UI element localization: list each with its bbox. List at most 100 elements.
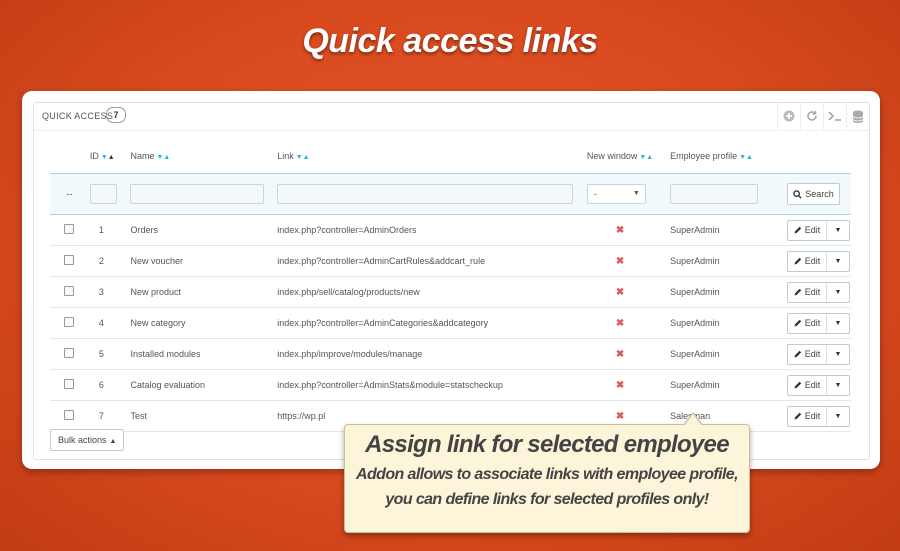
row-actions: Edit ▼ xyxy=(786,307,851,339)
row-checkbox[interactable] xyxy=(64,317,75,327)
row-name: New product xyxy=(129,276,277,308)
search-button-label: Search xyxy=(805,189,834,199)
callout-line-2: you can define links for selected profil… xyxy=(385,491,709,508)
row-new-window: ✖ xyxy=(585,276,670,308)
row-actions: Edit ▼ xyxy=(786,214,851,246)
sort-arrows-icon[interactable]: ▼▲ xyxy=(156,154,170,161)
col-header-id-label: ID xyxy=(89,151,99,161)
row-checkbox[interactable] xyxy=(64,379,75,389)
filter-id-input[interactable] xyxy=(89,184,117,204)
row-actions: Edit ▼ xyxy=(786,338,851,370)
row-new-window: ✖ xyxy=(585,338,670,370)
row-new-window: ✖ xyxy=(585,214,670,246)
edit-button[interactable]: Edit xyxy=(788,220,827,240)
row-actions: Edit ▼ xyxy=(786,369,851,401)
sort-arrows-icon[interactable]: ▼▲ xyxy=(101,154,115,161)
row-checkbox[interactable] xyxy=(64,255,75,265)
edit-button[interactable]: Edit xyxy=(788,406,827,426)
row-link: index.php/sell/catalog/products/new xyxy=(276,276,586,308)
chevron-down-icon[interactable]: ▼ xyxy=(827,376,849,395)
chevron-down-icon[interactable]: ▼ xyxy=(827,314,849,333)
row-link: index.php?controller=AdminCategories&add… xyxy=(276,307,586,339)
col-header-name[interactable]: Name ▼▲ xyxy=(129,139,277,174)
table-row[interactable]: 1 Orders index.php?controller=AdminOrders ✖… xyxy=(50,214,851,246)
chevron-down-icon[interactable]: ▼ xyxy=(827,407,849,426)
disabled-x-icon: ✖ xyxy=(615,410,625,422)
sort-arrows-icon[interactable]: ▼▲ xyxy=(739,154,753,161)
edit-button-group: Edit ▼ xyxy=(787,250,850,272)
terminal-icon[interactable] xyxy=(823,103,846,130)
col-header-link[interactable]: Link ▼▲ xyxy=(276,139,586,174)
table-row[interactable]: 5 Installed modules index.php/improve/modu… xyxy=(50,338,851,370)
count-badge: 7 xyxy=(106,107,126,123)
row-checkbox[interactable] xyxy=(64,348,75,358)
edit-button-group: Edit ▼ xyxy=(787,281,850,303)
edit-button[interactable]: Edit xyxy=(788,313,827,333)
filter-name-input[interactable] xyxy=(130,184,265,204)
panel-header: QUICK ACCESS 7 xyxy=(34,103,869,131)
bulk-actions-button[interactable]: Bulk actions ▲ xyxy=(50,429,125,451)
table-row[interactable]: 2 New voucher index.php?controller=AdminCa… xyxy=(50,245,851,277)
row-select-cell xyxy=(50,307,89,339)
row-profile: SuperAdmin xyxy=(669,214,786,246)
disabled-x-icon: ✖ xyxy=(615,286,625,298)
edit-button[interactable]: Edit xyxy=(788,282,827,302)
filter-select-cell: -- xyxy=(50,173,89,215)
row-checkbox[interactable] xyxy=(64,286,75,296)
table-row[interactable]: 3 New product index.php/sell/catalog/produ… xyxy=(50,276,851,308)
col-header-employee-profile[interactable]: Employee profile ▼▲ xyxy=(669,139,786,174)
row-name: New category xyxy=(129,307,277,339)
filter-dashes: -- xyxy=(66,189,73,199)
edit-button-label: Edit xyxy=(804,287,821,297)
chevron-down-icon[interactable]: ▼ xyxy=(827,345,849,364)
row-actions: Edit ▼ xyxy=(786,245,851,277)
search-icon xyxy=(793,189,802,199)
pencil-icon xyxy=(794,412,801,420)
pencil-icon xyxy=(794,319,801,327)
row-select-cell xyxy=(50,214,89,246)
row-select-cell xyxy=(50,400,89,432)
chevron-down-icon[interactable]: ▼ xyxy=(827,252,849,271)
table-body: 1 Orders index.php?controller=AdminOrders ✖… xyxy=(50,214,851,432)
screenshot-frame: QUICK ACCESS 7 ID ▼▲ Name ▼▲ Link ▼▲ New… xyxy=(22,91,880,469)
row-link: index.php?controller=AdminCartRules&addc… xyxy=(276,245,586,277)
col-header-new-window[interactable]: New window ▼▲ xyxy=(585,139,670,174)
database-icon[interactable] xyxy=(846,103,869,130)
filter-profile-input[interactable] xyxy=(670,184,759,204)
row-id: 3 xyxy=(88,276,130,308)
row-profile: SuperAdmin xyxy=(669,338,786,370)
filter-new-window-select[interactable]: - ▼ xyxy=(586,184,646,204)
edit-button[interactable]: Edit xyxy=(788,251,827,271)
chevron-down-icon[interactable]: ▼ xyxy=(827,283,849,302)
edit-button-label: Edit xyxy=(804,256,821,266)
row-actions: Edit ▼ xyxy=(786,276,851,308)
callout-title: Assign link for selected employee xyxy=(365,431,729,458)
search-button[interactable]: Search xyxy=(787,183,840,205)
pencil-icon xyxy=(794,350,801,358)
row-name: Catalog evaluation xyxy=(129,369,277,401)
row-checkbox[interactable] xyxy=(64,224,75,234)
row-new-window: ✖ xyxy=(585,369,670,401)
row-actions: Edit ▼ xyxy=(786,400,851,432)
row-profile: SuperAdmin xyxy=(669,276,786,308)
filter-profile-cell xyxy=(669,173,786,215)
row-select-cell xyxy=(50,245,89,277)
table-header-row: ID ▼▲ Name ▼▲ Link ▼▲ New window ▼▲ Employee… xyxy=(50,139,851,174)
edit-button[interactable]: Edit xyxy=(788,344,827,364)
row-name: Orders xyxy=(129,214,277,246)
row-checkbox[interactable] xyxy=(64,410,75,420)
bulk-actions-label: Bulk actions xyxy=(58,435,107,445)
sort-arrows-icon[interactable]: ▼▲ xyxy=(296,154,310,161)
chevron-down-icon: ▼ xyxy=(632,190,640,197)
chevron-down-icon[interactable]: ▼ xyxy=(827,221,849,240)
sort-arrows-icon[interactable]: ▼▲ xyxy=(639,154,653,161)
pencil-icon xyxy=(794,226,801,234)
refresh-icon[interactable] xyxy=(800,103,823,130)
disabled-x-icon: ✖ xyxy=(615,379,625,391)
add-icon[interactable] xyxy=(777,103,800,130)
table-row[interactable]: 6 Catalog evaluation index.php?controller=… xyxy=(50,369,851,401)
table-row[interactable]: 4 New category index.php?controller=AdminC… xyxy=(50,307,851,339)
filter-link-input[interactable] xyxy=(277,184,574,204)
edit-button[interactable]: Edit xyxy=(788,375,827,395)
col-header-id[interactable]: ID ▼▲ xyxy=(88,139,130,174)
